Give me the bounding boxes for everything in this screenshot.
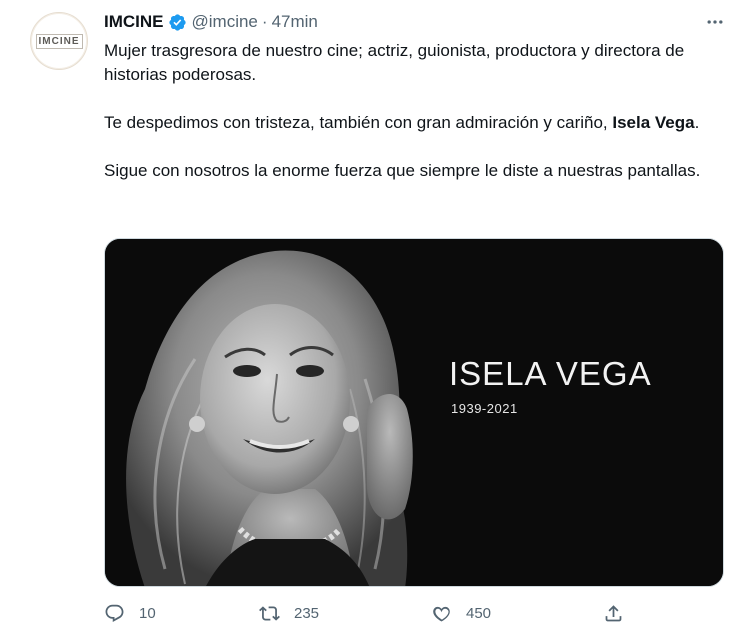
share-button[interactable]: [603, 598, 624, 628]
heart-icon: [433, 606, 450, 622]
avatar[interactable]: IMCINE: [30, 12, 88, 70]
verified-badge-icon: [168, 13, 186, 31]
retweet-count: 235: [294, 604, 320, 622]
tweet-time[interactable]: 47min: [272, 10, 318, 34]
like-button[interactable]: 450: [431, 598, 491, 628]
tweet-text: Mujer trasgresora de nuestro cine; actri…: [104, 39, 704, 183]
tweet-media[interactable]: ISELA VEGA 1939-2021: [104, 238, 724, 587]
retweet-button[interactable]: 235: [259, 598, 319, 628]
author-handle[interactable]: @imcine: [192, 10, 258, 34]
tweet-actions: 10 235 450: [104, 598, 724, 628]
avatar-logo: IMCINE: [35, 33, 83, 49]
more-button[interactable]: [700, 10, 730, 34]
author-name[interactable]: IMCINE: [104, 10, 164, 34]
reply-icon: [105, 604, 124, 622]
reply-count: 10: [139, 604, 156, 622]
share-icon: [605, 604, 622, 621]
reply-button[interactable]: 10: [104, 598, 156, 628]
more-icon: [707, 20, 723, 24]
retweet-icon: [259, 605, 280, 621]
like-count: 450: [466, 604, 492, 622]
separator-dot: ·: [261, 12, 268, 31]
portrait-photo: [105, 239, 723, 586]
tweet: IMCINE IMCINE @imcine · 47min Mujer tras…: [0, 0, 750, 638]
media-years: 1939-2021: [451, 401, 518, 416]
tweet-header: IMCINE @imcine · 47min: [104, 10, 318, 34]
tweet-paragraph-2: Te despedimos con tristeza, también con …: [104, 111, 704, 135]
bold-name: Isela Vega: [612, 113, 695, 132]
tweet-paragraph-3: Sigue con nosotros la enorme fuerza que …: [104, 161, 701, 180]
tweet-paragraph-1: Mujer trasgresora de nuestro cine; actri…: [104, 41, 685, 84]
media-title: ISELA VEGA: [449, 355, 652, 392]
paragraph-2-text: Te despedimos con tristeza, también con …: [104, 113, 613, 132]
paragraph-2-end: .: [694, 113, 700, 132]
